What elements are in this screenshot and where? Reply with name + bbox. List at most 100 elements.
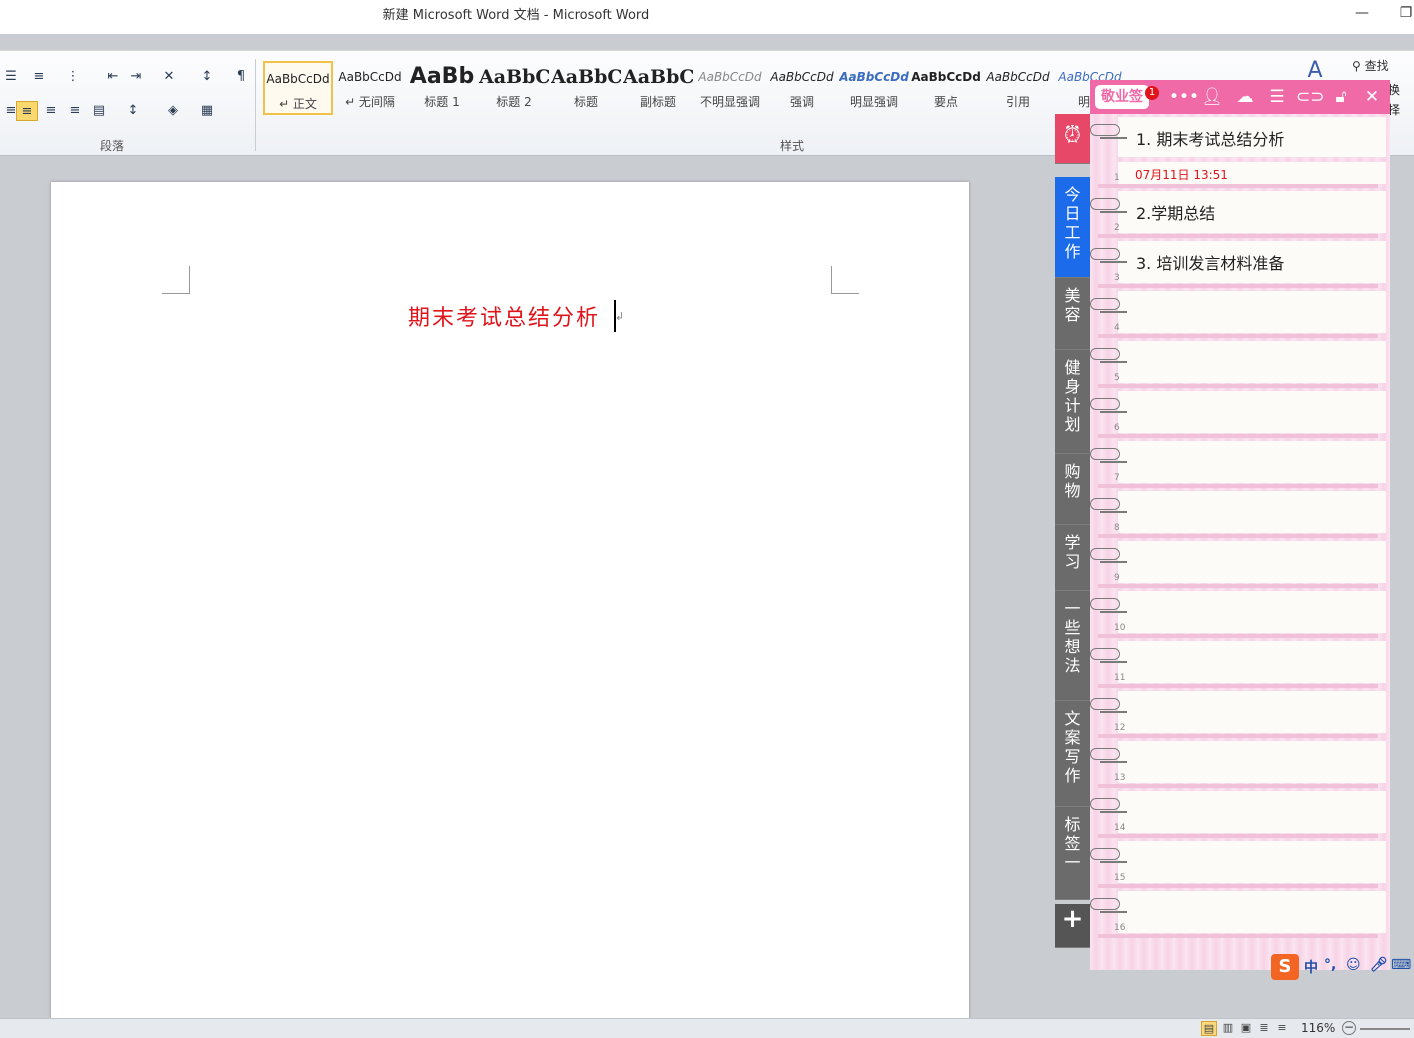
note-row[interactable]: 15 xyxy=(1090,838,1386,888)
list-icon[interactable]: ☰ xyxy=(1265,85,1289,109)
note-number: 8 xyxy=(1114,523,1120,533)
tab-category[interactable]: 今日工作 xyxy=(1055,177,1090,278)
note-row[interactable]: 9 xyxy=(1090,538,1386,588)
note-row[interactable]: 13 xyxy=(1090,738,1386,788)
keyboard-icon[interactable]: ⌨ xyxy=(1391,957,1411,973)
divider xyxy=(255,59,256,151)
sogou-logo-icon[interactable]: S xyxy=(1271,954,1299,980)
numbering-icon[interactable]: ≡ xyxy=(28,67,50,87)
minimize-button[interactable]: — xyxy=(1352,5,1372,21)
unlock-icon[interactable]: 🔓︎ xyxy=(1329,85,1353,109)
binder-ring-icon xyxy=(1090,648,1120,660)
status-bar: ▤ ▥ ▣ ≣ ≡ 116% − xyxy=(0,1018,1414,1038)
note-row[interactable]: 6 xyxy=(1090,388,1386,438)
reading-layout-icon[interactable]: ▥ xyxy=(1220,1021,1236,1036)
document-heading[interactable]: 期末考试总结分析 xyxy=(408,300,600,332)
justify-icon[interactable]: ≡ xyxy=(64,101,86,121)
shading-icon[interactable]: ◈ xyxy=(162,101,184,121)
note-row[interactable]: 14 xyxy=(1090,788,1386,838)
note-row[interactable]: 11 xyxy=(1090,638,1386,688)
show-marks-icon[interactable]: ¶ xyxy=(230,67,252,87)
style-item[interactable]: AaBbCcDd 引用 xyxy=(983,61,1053,115)
note-text[interactable]: 3. 培训发言材料准备 xyxy=(1136,250,1284,274)
align-right-icon[interactable]: ≡ xyxy=(40,101,62,121)
find-label: 查找 xyxy=(1364,59,1389,73)
style-sample: AaBbCcDd xyxy=(698,70,762,84)
tab-category[interactable]: 健身计划 xyxy=(1055,350,1090,454)
note-line xyxy=(1118,791,1386,833)
draft-icon[interactable]: ≡ xyxy=(1274,1021,1290,1036)
borders-icon[interactable]: ▦ xyxy=(196,101,218,121)
note-line xyxy=(1118,541,1386,583)
note-row[interactable]: 8 xyxy=(1090,488,1386,538)
ime-mode[interactable]: 中 xyxy=(1304,957,1318,977)
note-row[interactable]: 3 3. 培训发言材料准备 xyxy=(1090,238,1386,288)
style-item[interactable]: AaBbC 副标题 xyxy=(623,61,693,115)
increase-indent-icon[interactable]: ⇥ xyxy=(125,67,147,87)
print-layout-icon[interactable]: ▤ xyxy=(1201,1021,1217,1036)
style-item[interactable]: AaBbCcDd 不明显强调 xyxy=(695,61,765,115)
note-text[interactable]: 1. 期末考试总结分析 xyxy=(1136,126,1284,150)
cloud-icon[interactable]: ☁ xyxy=(1233,85,1257,109)
tab-category[interactable]: 一些想法 xyxy=(1055,591,1090,701)
align-center-icon[interactable]: ≡ xyxy=(16,101,38,121)
line-spacing-icon[interactable]: ↕ xyxy=(122,101,144,121)
zoom-slider[interactable] xyxy=(1360,1028,1410,1030)
style-item[interactable]: AaBbCcDd 强调 xyxy=(767,61,837,115)
note-row[interactable]: 2 2.学期总结 xyxy=(1090,188,1386,238)
note-row[interactable]: 5 xyxy=(1090,338,1386,388)
restore-button[interactable]: ❐ xyxy=(1396,5,1414,21)
style-item[interactable]: AaBbC 标题 xyxy=(551,61,621,115)
web-layout-icon[interactable]: ▣ xyxy=(1238,1021,1254,1036)
decrease-indent-icon[interactable]: ⇤ xyxy=(102,67,124,87)
style-item[interactable]: AaBb 标题 1 xyxy=(407,61,477,115)
note-row[interactable]: 16 xyxy=(1090,888,1386,938)
bullets-icon[interactable]: ☰ xyxy=(0,67,22,87)
ime-punct[interactable]: °, xyxy=(1324,957,1336,973)
style-item[interactable]: AaBbCcDd ↵ 正文 xyxy=(263,61,333,115)
note-row[interactable]: 7 xyxy=(1090,438,1386,488)
tab-category[interactable]: 美容 xyxy=(1055,278,1090,350)
note-row[interactable]: 10 xyxy=(1090,588,1386,638)
binder-ring-icon xyxy=(1090,548,1120,560)
note-row[interactable]: 4 xyxy=(1090,288,1386,338)
chinese-layout-icon[interactable]: ✕ xyxy=(158,67,180,87)
zoom-out-button[interactable]: − xyxy=(1342,1021,1356,1035)
close-icon[interactable]: ✕ xyxy=(1360,85,1384,109)
emoji-icon[interactable]: ☺ xyxy=(1346,957,1361,973)
distribute-icon[interactable]: ▤ xyxy=(88,101,110,121)
tab-category[interactable]: 文案写作 xyxy=(1055,701,1090,807)
sticky-tabs: ⏰︎ 今日工作 美容 健身计划 购物 学习 一些想法 文案写作 标签一 + xyxy=(1055,114,1090,950)
binder-ring-bar xyxy=(1100,661,1127,663)
styles-group-label: 样式 xyxy=(780,139,805,153)
style-sample: AaBbCcDd xyxy=(911,70,981,84)
mic-icon[interactable]: 🎤︎ xyxy=(1370,957,1388,973)
note-text[interactable]: 2.学期总结 xyxy=(1136,200,1215,224)
style-item[interactable]: AaBbC 标题 2 xyxy=(479,61,549,115)
note-line xyxy=(1118,841,1386,883)
tab-category[interactable]: 标签一 xyxy=(1055,807,1090,900)
zoom-level[interactable]: 116% xyxy=(1301,1021,1335,1035)
note-row[interactable]: 12 xyxy=(1090,688,1386,738)
paragraph-group-label: 段落 xyxy=(100,139,125,153)
note-number: 1 xyxy=(1114,173,1120,183)
style-label: 标题 2 xyxy=(496,95,532,109)
multilevel-list-icon[interactable]: ⋮ xyxy=(62,67,84,87)
toggle-icon[interactable]: ⊂⊃ xyxy=(1296,85,1325,109)
document-page[interactable]: 期末考试总结分析 ↲ xyxy=(51,182,969,1018)
more-icon[interactable]: ••• xyxy=(1169,85,1199,109)
sort-icon[interactable]: ↕ xyxy=(196,67,218,87)
note-row[interactable]: 1 1. 期末考试总结分析 07月11日 13:51 xyxy=(1090,114,1386,188)
style-item[interactable]: AaBbCcDd 要点 xyxy=(911,61,981,115)
find-button[interactable]: ⚲ 查找 xyxy=(1352,57,1389,74)
sticky-brand[interactable]: 敬业签 xyxy=(1095,85,1149,109)
user-icon[interactable]: 👤︎ xyxy=(1200,85,1224,109)
style-item[interactable]: AaBbCcDd 明显强调 xyxy=(839,61,909,115)
add-tab-button[interactable]: + xyxy=(1055,904,1090,948)
tab-category[interactable]: 购物 xyxy=(1055,454,1090,525)
crop-mark-left xyxy=(162,266,190,294)
style-item[interactable]: AaBbCcDd ↵ 无间隔 xyxy=(335,61,405,115)
outline-icon[interactable]: ≣ xyxy=(1256,1021,1272,1036)
alarm-icon[interactable]: ⏰︎ xyxy=(1055,114,1090,164)
tab-category[interactable]: 学习 xyxy=(1055,525,1090,591)
